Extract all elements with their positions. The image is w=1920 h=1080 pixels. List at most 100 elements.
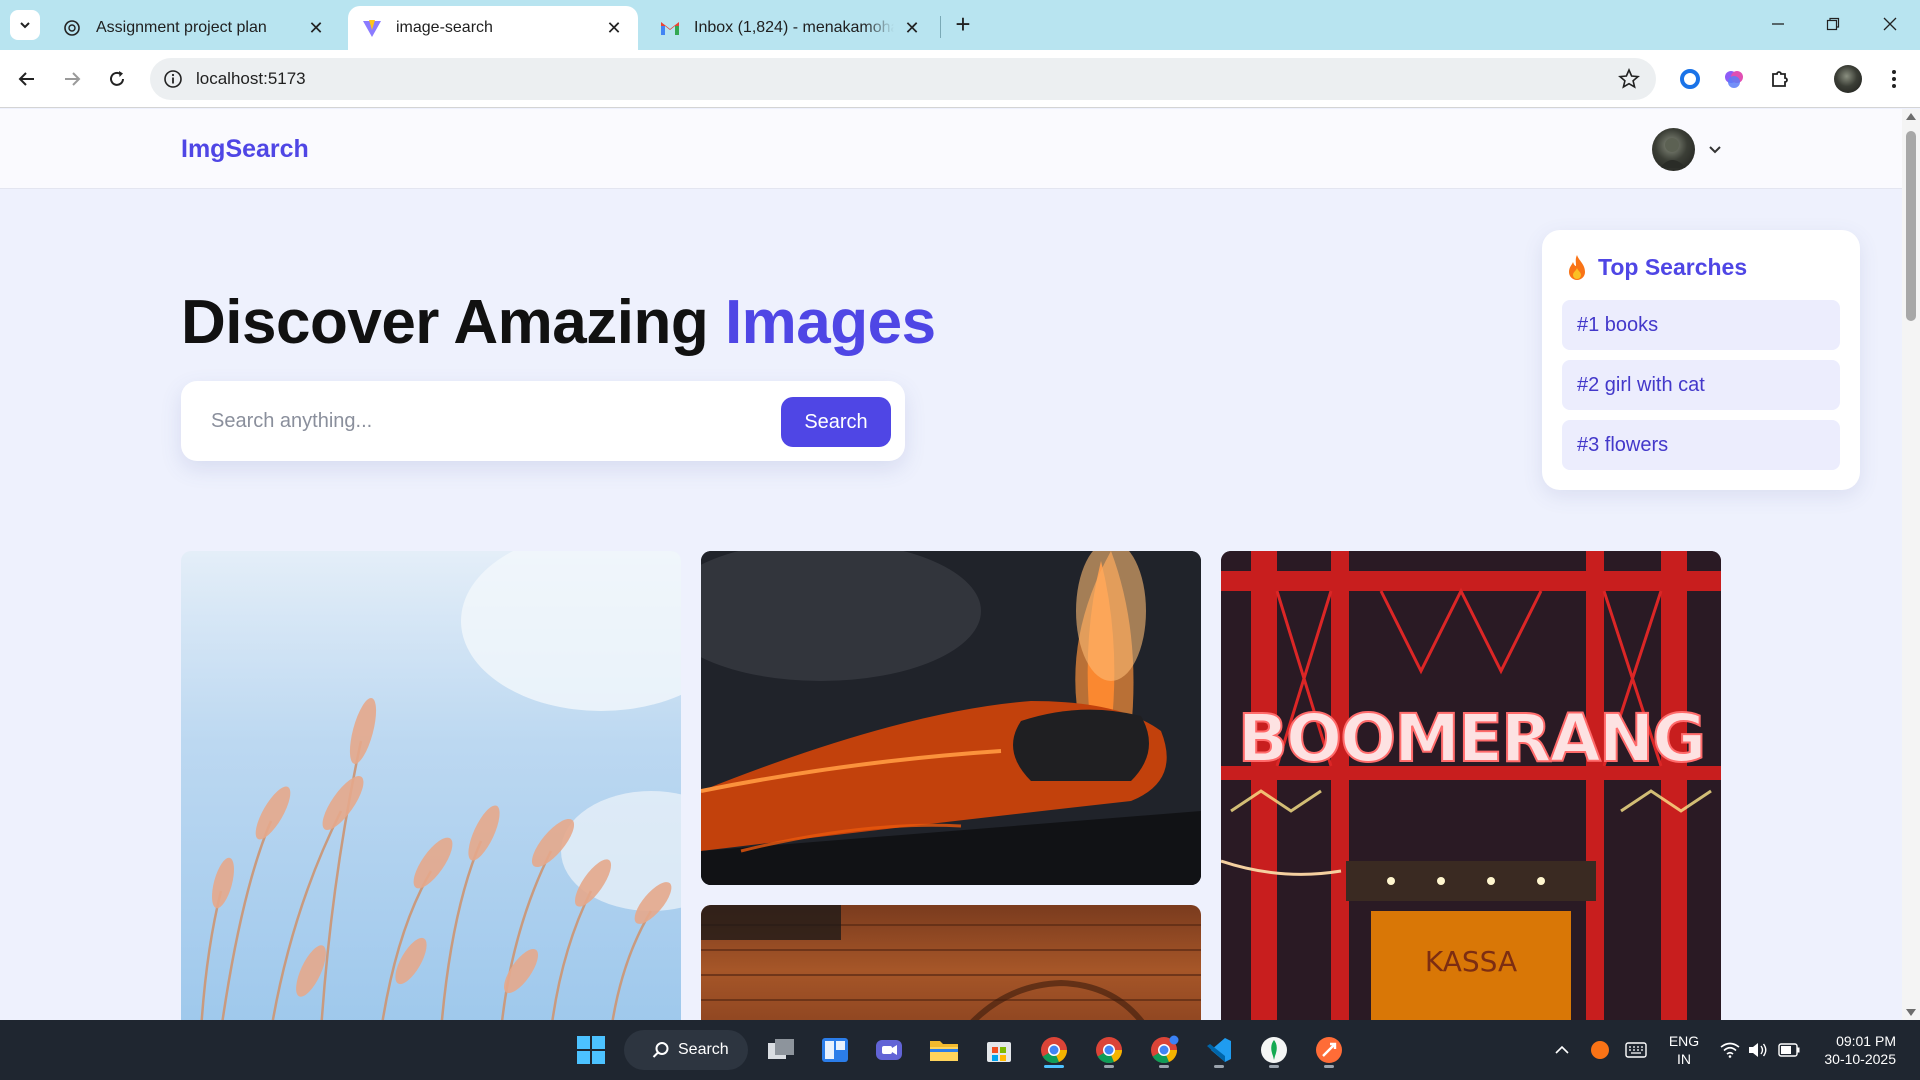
gallery-image-reeds[interactable] [181, 551, 681, 1020]
hero-title: Discover Amazing Images [181, 287, 936, 358]
hero-title-main: Discover Amazing [181, 288, 709, 357]
clock-date: 30-10-2025 [1824, 1051, 1896, 1067]
arrow-right-icon [65, 72, 81, 86]
extension-brain-icon[interactable] [1720, 65, 1748, 93]
boomerang-sign: BOOMERANG [1238, 700, 1705, 777]
close-icon[interactable]: ✕ [604, 18, 624, 38]
close-icon [1883, 17, 1897, 31]
tab-assignment[interactable]: Assignment project plan ✕ [48, 6, 340, 50]
microsoft-store-icon[interactable] [979, 1030, 1019, 1070]
extensions-puzzle-icon[interactable] [1766, 65, 1794, 93]
clock-time: 09:01 PM [1836, 1033, 1896, 1049]
chevron-down-icon[interactable] [1705, 139, 1725, 159]
user-avatar[interactable] [1652, 128, 1695, 171]
forward-button[interactable] [55, 62, 89, 96]
openai-icon [62, 18, 82, 38]
reload-icon [110, 71, 124, 86]
postman-icon[interactable] [1309, 1030, 1349, 1070]
search-box: Search [181, 381, 905, 461]
search-icon [652, 1042, 669, 1058]
taskbar-search-label: Search [678, 1041, 729, 1058]
volume-icon[interactable] [1746, 1030, 1770, 1070]
top-search-item[interactable]: #3 flowers [1562, 420, 1840, 470]
tab-title: Inbox (1,824) - menakamohan2 [694, 19, 894, 36]
widgets-icon[interactable] [815, 1030, 855, 1070]
chrome-profile-3-icon[interactable] [1144, 1030, 1184, 1070]
wifi-icon[interactable] [1718, 1030, 1742, 1070]
restore-icon [1826, 17, 1840, 31]
gallery-image-brick[interactable] [701, 905, 1201, 1020]
tab-search-button[interactable] [10, 10, 40, 40]
windows-taskbar: Search ENG IN 09:01 PM 30-10-2025 [0, 1020, 1920, 1080]
top-searches-title: Top Searches [1598, 254, 1748, 280]
running-indicator [1214, 1065, 1224, 1068]
minimize-icon [1772, 23, 1784, 25]
page-scrollbar[interactable] [1902, 109, 1920, 1020]
chevron-up-icon[interactable] [1550, 1030, 1574, 1070]
extension-circle-icon[interactable] [1676, 65, 1704, 93]
chrome-profile-2-icon[interactable] [1089, 1030, 1129, 1070]
search-button[interactable]: Search [781, 397, 891, 447]
task-view-icon[interactable] [761, 1030, 801, 1070]
windows-start-icon[interactable] [571, 1030, 611, 1070]
back-button[interactable] [10, 62, 44, 96]
restore-button[interactable] [1813, 10, 1853, 38]
site-info-icon[interactable] [162, 68, 184, 90]
arrow-left-icon [18, 72, 34, 86]
tray-app-icon[interactable] [1590, 1030, 1610, 1070]
address-bar[interactable]: localhost:5173 [150, 58, 1656, 100]
close-icon[interactable]: ✕ [902, 18, 922, 38]
search-input[interactable] [211, 401, 751, 441]
chevron-down-icon [20, 22, 30, 29]
running-indicator [1269, 1065, 1279, 1068]
clock[interactable]: 09:01 PM 30-10-2025 [1812, 1032, 1896, 1068]
new-tab-button[interactable]: + [950, 11, 976, 38]
chrome-icon-active[interactable] [1034, 1030, 1074, 1070]
gmail-icon [660, 18, 680, 38]
taskbar-search[interactable]: Search [624, 1030, 748, 1070]
top-searches-panel: Top Searches #1 books #2 girl with cat #… [1542, 230, 1860, 490]
tab-image-search[interactable]: image-search ✕ [348, 6, 638, 50]
scroll-up-icon[interactable] [1906, 113, 1916, 120]
minimize-button[interactable] [1758, 10, 1798, 38]
gallery-image-boomerang[interactable]: BOOMERANG KASSA [1221, 551, 1721, 1020]
tab-separator [940, 16, 941, 38]
kassa-sign: KASSA [1425, 945, 1517, 978]
site-logo[interactable]: ImgSearch [181, 135, 309, 164]
active-indicator [1044, 1065, 1064, 1068]
browser-tab-strip: Assignment project plan ✕ image-search ✕… [0, 0, 1920, 50]
teams-icon[interactable] [869, 1030, 909, 1070]
running-indicator [1104, 1065, 1114, 1068]
profile-avatar-icon[interactable] [1834, 65, 1862, 93]
vite-icon [362, 18, 382, 38]
reload-button[interactable] [100, 62, 134, 96]
gallery-image-volcano[interactable] [701, 551, 1201, 885]
page-viewport: ImgSearch Discover Amazing Images Search… [0, 109, 1902, 1020]
close-window-button[interactable] [1870, 10, 1910, 38]
tab-title: image-search [396, 19, 493, 36]
browser-toolbar: localhost:5173 [0, 50, 1920, 108]
site-header: ImgSearch [0, 109, 1902, 189]
lang-bottom: IN [1677, 1051, 1691, 1067]
vscode-icon[interactable] [1199, 1030, 1239, 1070]
tab-title: Assignment project plan [96, 19, 267, 36]
scroll-down-icon[interactable] [1906, 1009, 1916, 1016]
scrollbar-thumb[interactable] [1906, 131, 1916, 321]
input-language[interactable]: ENG IN [1664, 1032, 1704, 1068]
top-search-item[interactable]: #1 books [1562, 300, 1840, 350]
bookmark-star-icon[interactable] [1618, 67, 1640, 95]
mongodb-compass-icon[interactable] [1254, 1030, 1294, 1070]
url-text[interactable]: localhost:5173 [196, 69, 306, 89]
running-indicator [1324, 1065, 1334, 1068]
close-icon[interactable]: ✕ [306, 18, 326, 38]
fire-icon [1569, 255, 1585, 280]
keyboard-icon[interactable] [1624, 1030, 1648, 1070]
file-explorer-icon[interactable] [924, 1030, 964, 1070]
top-search-item[interactable]: #2 girl with cat [1562, 360, 1840, 410]
lang-top: ENG [1668, 1033, 1700, 1049]
hero-title-accent: Images [724, 288, 936, 357]
tab-gmail[interactable]: Inbox (1,824) - menakamohan2 ✕ [646, 6, 936, 50]
menu-kebab-icon[interactable] [1880, 65, 1908, 93]
battery-icon[interactable] [1776, 1030, 1802, 1070]
running-indicator [1159, 1065, 1169, 1068]
